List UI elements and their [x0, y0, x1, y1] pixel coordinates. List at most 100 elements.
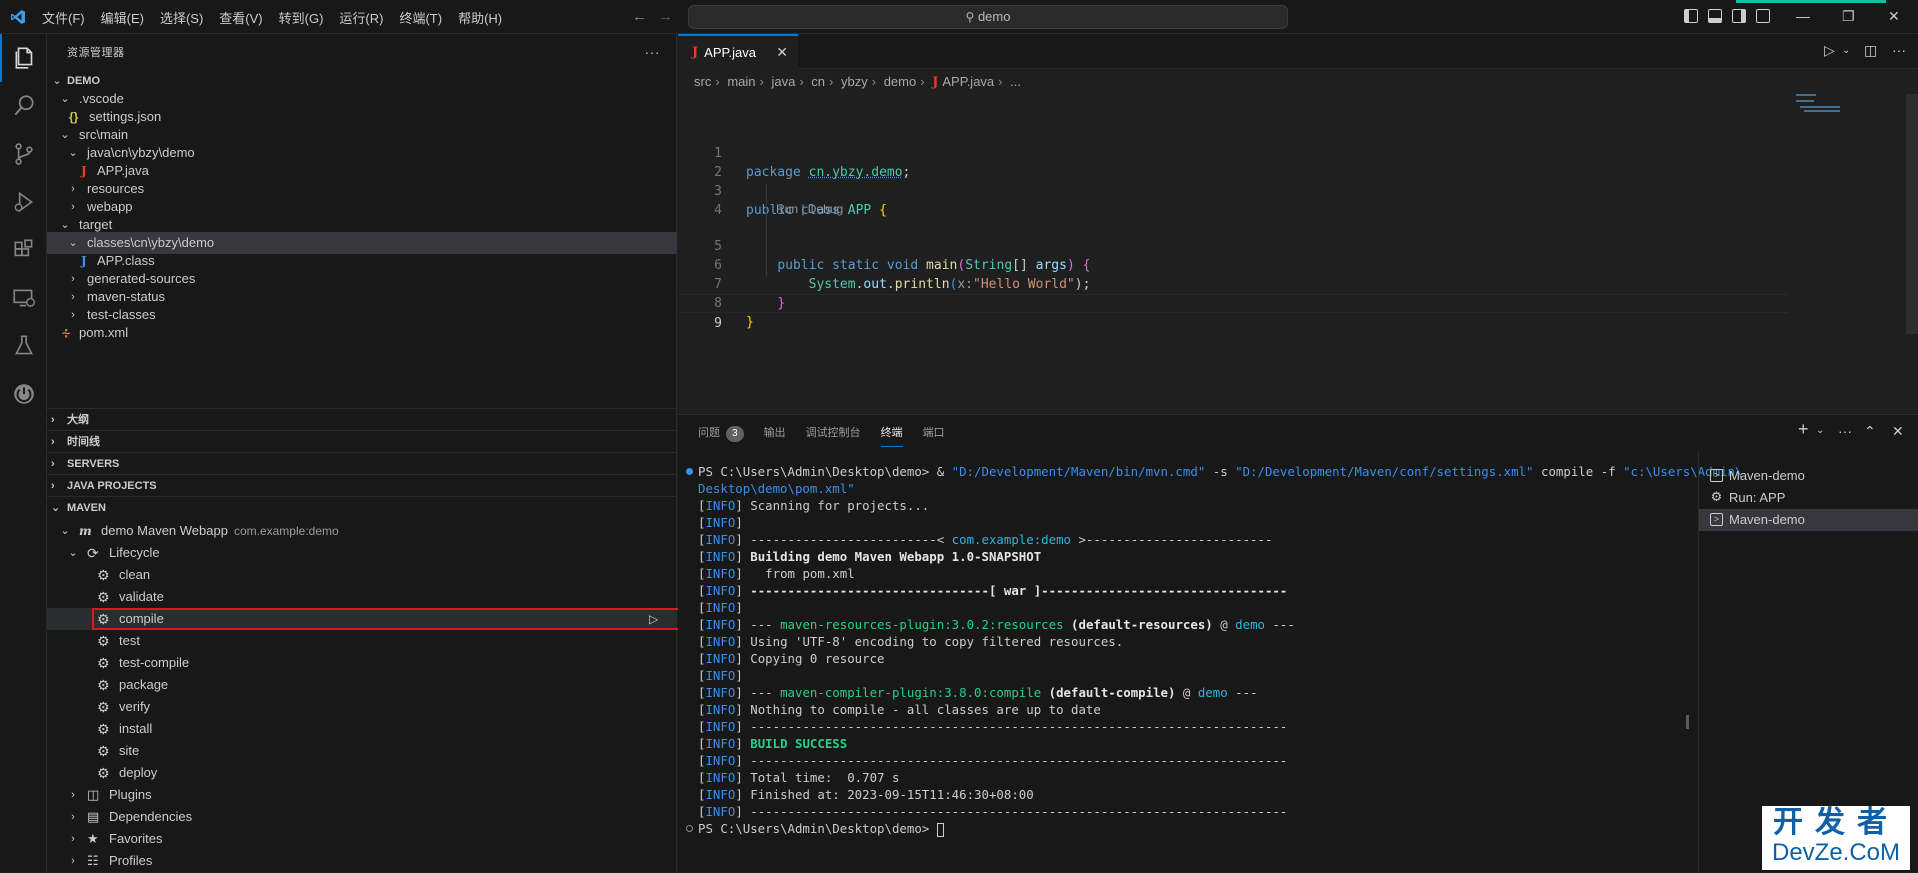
maven-goal-verify[interactable]: ⚙ verify	[47, 696, 677, 718]
maven-goal-clean[interactable]: ⚙ clean	[47, 564, 677, 586]
menu-edit[interactable]: 编辑(E)	[93, 8, 152, 27]
tree-file-pom-xml[interactable]: ∻ pom.xml	[47, 322, 677, 344]
close-panel-icon[interactable]: ✕	[1892, 423, 1904, 440]
section-java-projects[interactable]: › JAVA PROJECTS	[47, 474, 677, 496]
terminal-item[interactable]: ⚙ Run: APP	[1699, 487, 1918, 509]
maven-dependencies[interactable]: › ▤ Dependencies	[47, 806, 677, 828]
restore-icon[interactable]: ❐	[1842, 8, 1855, 25]
maven-lifecycle[interactable]: ⌄ ⟳ Lifecycle	[47, 542, 677, 564]
more-actions-icon[interactable]: ···	[645, 44, 661, 60]
chevron-right-icon: ›	[51, 409, 55, 431]
toggle-panel-icon[interactable]	[1708, 9, 1722, 23]
chevron-down-icon[interactable]: ⌄	[1816, 425, 1824, 436]
split-editor-icon[interactable]: ◫	[1864, 42, 1877, 59]
menu-terminal[interactable]: 终端(T)	[391, 8, 450, 27]
more-actions-icon[interactable]: ···	[1838, 423, 1852, 439]
maven-project-desc: com.example:demo	[234, 524, 339, 538]
run-debug-icon[interactable]	[0, 178, 47, 226]
tab-ports[interactable]: 端口	[923, 415, 945, 451]
terminal-item[interactable]: > Maven-demo	[1699, 509, 1918, 531]
maven-goal-test-compile[interactable]: ⚙ test-compile	[47, 652, 677, 674]
more-actions-icon[interactable]: ···	[1892, 42, 1906, 58]
code-line-2: 2	[678, 144, 725, 163]
codelens-run-debug[interactable]: Run | Debug	[776, 202, 843, 216]
menu-run[interactable]: 运行(R)	[331, 8, 391, 27]
customize-layout-icon[interactable]	[1756, 9, 1770, 23]
terminal-icon: >	[1710, 469, 1723, 482]
sync-icon: ⟳	[87, 542, 99, 564]
breadcrumb-item[interactable]: APP.java	[942, 74, 994, 89]
menu-selection[interactable]: 选择(S)	[152, 8, 211, 27]
gear-icon: ⚙	[97, 652, 110, 674]
terminal-line: [INFO]	[698, 599, 750, 616]
breadcrumb-item[interactable]: java	[771, 74, 795, 89]
editor-scrollbar[interactable]	[1906, 94, 1918, 334]
source-control-icon[interactable]	[0, 130, 47, 178]
chevron-down-icon[interactable]: ⌄	[1842, 45, 1850, 56]
menu-view[interactable]: 查看(V)	[211, 8, 270, 27]
maven-favorites[interactable]: › ★ Favorites	[47, 828, 677, 850]
tab-debug-console[interactable]: 调试控制台	[806, 415, 861, 451]
chevron-right-icon: ›	[67, 850, 79, 872]
breadcrumb-item[interactable]: cn	[811, 74, 825, 89]
spring-boot-icon[interactable]	[0, 370, 47, 418]
activity-bar	[0, 34, 47, 872]
maven-goal-deploy[interactable]: ⚙ deploy	[47, 762, 677, 784]
menu-help[interactable]: 帮助(H)	[450, 8, 510, 27]
breadcrumb-item[interactable]: src	[694, 74, 711, 89]
forward-arrow-icon[interactable]: →	[658, 8, 673, 25]
breadcrumb-item[interactable]: ybzy	[841, 74, 868, 89]
maven-goal-validate[interactable]: ⚙ validate	[47, 586, 677, 608]
section-timeline[interactable]: › 时间线	[47, 430, 677, 452]
tab-app-java[interactable]: J APP.java ✕	[678, 34, 798, 69]
maven-profiles[interactable]: › ☷ Profiles	[47, 850, 677, 872]
gear-icon: ⚙	[97, 674, 110, 696]
terminal-scrollbar[interactable]	[1686, 715, 1689, 729]
toggle-sidebar-icon[interactable]	[1684, 9, 1698, 23]
breadcrumb-item[interactable]: demo	[884, 74, 917, 89]
terminal-line: [INFO] Building demo Maven Webapp 1.0-SN…	[698, 548, 1041, 565]
prompt-status-dot	[686, 825, 693, 832]
back-arrow-icon[interactable]: ←	[632, 8, 647, 25]
maven-project[interactable]: ⌄ m demo Maven Webapp com.example:demo	[47, 520, 677, 542]
extensions-icon[interactable]	[0, 226, 47, 274]
terminal-line: [INFO] ---------------------------------…	[698, 752, 1287, 769]
menu-bar: 文件(F) 编辑(E) 选择(S) 查看(V) 转到(G) 运行(R) 终端(T…	[34, 0, 510, 34]
terminal-output[interactable]: PS C:\Users\Admin\Desktop\demo> & "D:/De…	[678, 463, 1693, 873]
tab-output[interactable]: 输出	[764, 415, 786, 451]
new-terminal-icon[interactable]: +	[1798, 419, 1809, 440]
remote-explorer-icon[interactable]	[0, 274, 47, 322]
section-maven[interactable]: ⌄ MAVEN	[47, 496, 677, 518]
chevron-down-icon: ⌄	[51, 497, 60, 519]
tab-problems[interactable]: 问题 3	[698, 415, 744, 451]
section-servers[interactable]: › SERVERS	[47, 452, 677, 474]
minimize-icon[interactable]: —	[1796, 8, 1810, 24]
explorer-icon[interactable]	[0, 34, 47, 82]
testing-icon[interactable]	[0, 322, 47, 370]
editor-area: J APP.java ✕ ▷ ⌄ ◫ ··· src › main › java › …	[678, 34, 1918, 414]
maven-goal-install[interactable]: ⚙ install	[47, 718, 677, 740]
minimap[interactable]	[1792, 90, 1882, 140]
breadcrumb-item[interactable]: main	[727, 74, 755, 89]
gear-icon: ⚙	[97, 696, 110, 718]
command-center-search[interactable]: ⚲ demo	[688, 5, 1288, 29]
section-outline[interactable]: › 大纲	[47, 408, 677, 430]
menu-file[interactable]: 文件(F)	[34, 8, 93, 27]
maximize-panel-icon[interactable]: ⌃	[1864, 423, 1876, 440]
search-icon[interactable]	[0, 82, 47, 130]
close-tab-icon[interactable]: ✕	[776, 44, 788, 61]
menu-go[interactable]: 转到(G)	[271, 8, 332, 27]
tab-terminal[interactable]: 终端	[881, 415, 903, 451]
terminal-line: [INFO] BUILD SUCCESS	[698, 735, 847, 752]
maven-plugins[interactable]: › ◫ Plugins	[47, 784, 677, 806]
maven-goal-package[interactable]: ⚙ package	[47, 674, 677, 696]
maven-goal-site[interactable]: ⚙ site	[47, 740, 677, 762]
chevron-down-icon: ⌄	[67, 542, 79, 564]
terminal-item[interactable]: > Maven-demo	[1699, 465, 1918, 487]
close-window-icon[interactable]: ✕	[1888, 8, 1900, 25]
maven-goal-test[interactable]: ⚙ test	[47, 630, 677, 652]
vscode-logo-icon	[10, 9, 26, 25]
breadcrumb-item[interactable]: ...	[1010, 74, 1021, 89]
toggle-secondary-sidebar-icon[interactable]	[1732, 9, 1746, 23]
run-java-icon[interactable]: ▷	[1824, 42, 1835, 59]
